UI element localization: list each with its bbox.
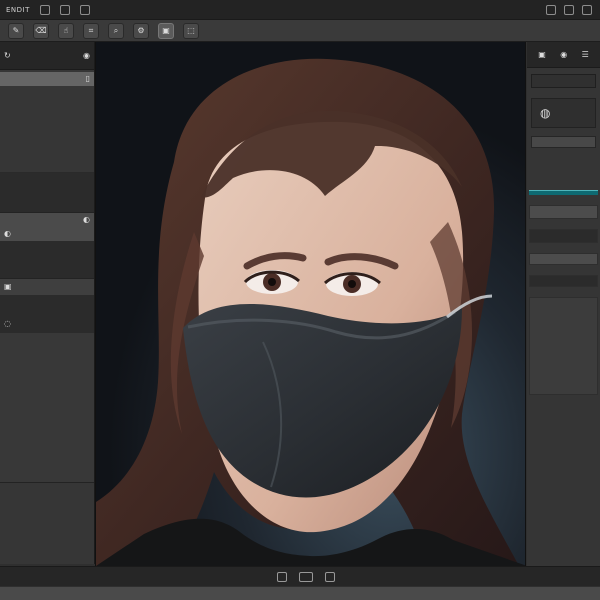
right-panel: ▣ ◉ ☰ ◍ (527, 42, 600, 566)
brush-preview[interactable]: ◍ (531, 98, 596, 128)
frame-icon: ⬚ (187, 25, 195, 35)
hand-icon: ☝ (63, 25, 69, 35)
left-footer-row-2[interactable]: ◌ (0, 315, 94, 333)
edit-icon[interactable] (59, 4, 70, 15)
right-control-row-1[interactable] (529, 205, 598, 219)
right-panel-icon-3[interactable]: ☰ (582, 50, 589, 59)
canvas-navigation-bar (0, 566, 600, 586)
left-tool-row-1[interactable]: ◐ (0, 213, 94, 227)
right-panel-icon-2[interactable]: ◉ (560, 50, 567, 59)
left-row-7[interactable] (0, 156, 94, 170)
frame-tool-button[interactable]: ⬚ (183, 22, 199, 39)
brush-preview-icon: ◍ (540, 106, 551, 120)
left-tool-row-1-icon[interactable]: ◐ (83, 216, 90, 224)
right-pupil (348, 280, 356, 288)
right-value-field[interactable] (531, 136, 596, 148)
image-canvas[interactable] (95, 42, 526, 566)
left-row-5[interactable] (0, 128, 94, 142)
image-editor-window: ENDIT ✎ ⌫ ☝ ⌗ ⌕ ⚙ ▣ ⬚ ↻ ◉ ▯ ◐ ◐ ▣ ◌ ▣ ◉ … (0, 0, 600, 600)
close-icon[interactable] (582, 4, 592, 15)
right-panel-header: ▣ ◉ ☰ (527, 42, 600, 68)
refresh-icon[interactable]: ↻ (4, 51, 11, 60)
right-empty-panel (529, 297, 598, 395)
restore-icon[interactable] (564, 4, 574, 15)
next-view-icon[interactable] (325, 571, 335, 582)
window-controls (546, 4, 600, 15)
fit-view-icon[interactable] (277, 571, 287, 582)
right-control-row-2[interactable] (529, 229, 598, 243)
eraser-tool-button[interactable]: ⌫ (33, 22, 49, 39)
brush-tool-button[interactable]: ✎ (8, 22, 24, 39)
crop-tool-button[interactable]: ⌗ (83, 22, 99, 39)
portrait-svg (96, 42, 525, 566)
left-panel: ↻ ◉ ▯ ◐ ◐ ▣ ◌ (0, 42, 95, 564)
left-footer-row-1[interactable] (0, 295, 94, 315)
eraser-icon: ⌫ (35, 25, 47, 35)
tool-bar: ✎ ⌫ ☝ ⌗ ⌕ ⚙ ▣ ⬚ (0, 20, 600, 42)
zoom-icon: ⌕ (113, 25, 119, 35)
file-icon[interactable] (39, 4, 50, 15)
right-search-field[interactable] (531, 74, 596, 88)
left-selected-row[interactable]: ▯ (0, 72, 94, 86)
zoom-tool-button[interactable]: ⌕ (108, 22, 124, 39)
menu-bar: ENDIT (0, 0, 600, 20)
left-properties-box (0, 241, 94, 279)
status-strip (0, 586, 600, 600)
left-row-4[interactable] (0, 114, 94, 128)
zoom-level-icon[interactable] (299, 571, 313, 582)
crop-icon: ⌗ (88, 25, 94, 35)
settings-tool-button[interactable]: ⚙ (133, 22, 149, 39)
right-panel-icon-1[interactable]: ▣ (538, 50, 546, 59)
app-title: ENDIT (6, 5, 30, 14)
opacity-slider[interactable] (529, 190, 598, 195)
hand-tool-button[interactable]: ☝ (58, 22, 74, 39)
settings-icon: ⚙ (137, 25, 145, 35)
left-properties-icon[interactable]: ▣ (4, 283, 12, 291)
minimize-icon[interactable] (546, 4, 556, 15)
left-tool-row-2-icon[interactable]: ◐ (4, 230, 11, 238)
left-panel-header: ↻ ◉ (0, 42, 94, 70)
left-footer-icon[interactable]: ◌ (4, 320, 11, 328)
right-gap-1 (527, 148, 600, 190)
left-properties-row[interactable]: ▣ (0, 279, 94, 295)
layers-icon: ▣ (162, 25, 170, 35)
panel-close-icon[interactable]: ◉ (83, 51, 90, 60)
left-layer-list: ▯ (0, 70, 94, 173)
layers-tool-button[interactable]: ▣ (158, 22, 174, 39)
left-selected-row-icon[interactable]: ▯ (86, 75, 90, 83)
left-lower-empty (0, 333, 94, 483)
left-row-2[interactable] (0, 86, 94, 100)
view-icon[interactable] (79, 4, 90, 15)
left-pupil (268, 278, 276, 286)
right-control-row-4[interactable] (529, 275, 598, 287)
left-row-6[interactable] (0, 142, 94, 156)
left-tool-row-2[interactable]: ◐ (0, 227, 94, 241)
brush-icon: ✎ (12, 25, 20, 35)
left-row-3[interactable] (0, 100, 94, 114)
right-control-row-3[interactable] (529, 253, 598, 265)
left-empty-area (0, 173, 94, 213)
